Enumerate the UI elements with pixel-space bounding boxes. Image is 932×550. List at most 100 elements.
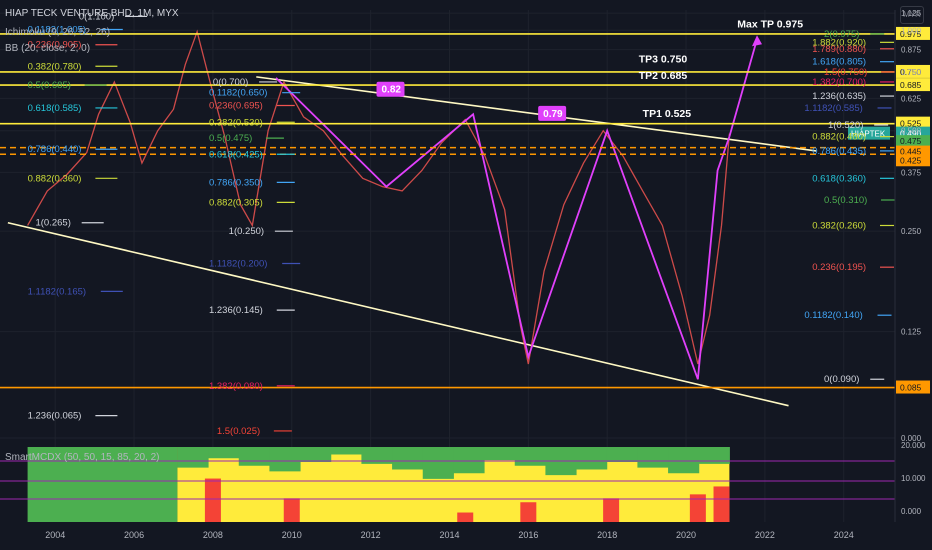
- mcdx-green-bar: [514, 447, 546, 466]
- fib-label: 0.5(0.475): [209, 133, 252, 144]
- x-tick-label: 2008: [203, 530, 223, 540]
- ichimoku-legend[interactable]: Ichimoku (9, 26, 52, 26): [5, 27, 110, 38]
- fib-label: 1(0.250): [229, 226, 264, 237]
- fib-label: 1.789(0.880): [812, 44, 866, 55]
- fib-label: 0.786(0.440): [28, 144, 82, 155]
- fib-label: 0.5(0.310): [824, 195, 867, 206]
- projection-arrow-head: [752, 35, 763, 47]
- mcdx-green-bar: [422, 447, 454, 479]
- subchart-tick-label: 0.000: [901, 507, 922, 516]
- chart-title: HIAP TECK VENTURE BHD, 1M, MYX: [5, 8, 179, 19]
- y-tick-label: 0.875: [901, 46, 922, 55]
- wedge-upper-line: [256, 76, 817, 152]
- fib-label: 0.1182(0.140): [804, 310, 862, 321]
- fib-label: 1.382(0.080): [209, 381, 263, 392]
- fib-label: 1.236(0.145): [209, 305, 263, 316]
- subchart-tick-label: 10.000: [901, 474, 926, 483]
- mcdx-red-bar: [283, 498, 300, 522]
- y-tick-label: 0.500: [901, 127, 922, 136]
- x-tick-label: 2014: [439, 530, 459, 540]
- x-tick-label: 2004: [45, 530, 65, 540]
- price-badge-text: 0.475: [900, 136, 922, 146]
- x-tick-label: 2010: [282, 530, 302, 540]
- target-annotation: Max TP 0.975: [737, 18, 803, 30]
- smartmcdx-subchart: 20.000 10.000 0.000: [0, 10, 926, 522]
- fib-label: 0.236(0.195): [812, 262, 866, 273]
- mcdx-red-bar: [457, 512, 474, 522]
- fib-label: 0.382(0.260): [812, 220, 866, 231]
- grid: [0, 10, 895, 522]
- mcdx-green-bar: [330, 447, 362, 455]
- mcdx-green-bar: [177, 447, 209, 468]
- fib-label: 1(0.265): [35, 218, 70, 229]
- fib-label: 0.618(0.585): [28, 103, 82, 114]
- price-badge-text: 0.425: [900, 155, 922, 165]
- price-chart[interactable]: 0.9750.7500.6850.5250.085HIAPTEK0.49015d…: [0, 0, 932, 550]
- y-tick-label: 0.125: [901, 328, 922, 337]
- fib-label: 1.1182(0.165): [28, 286, 86, 297]
- fib-label: 1.1182(0.585): [804, 103, 862, 114]
- peak-marker-text: 0.79: [543, 109, 563, 120]
- x-tick-label: 2020: [676, 530, 696, 540]
- fib-label: 0.236(0.695): [209, 101, 263, 112]
- currency-badge[interactable]: MYR: [900, 6, 924, 24]
- fib-label: 0.882(0.480): [812, 132, 866, 143]
- fib-label: 0(0.090): [824, 374, 859, 385]
- level-badge-text: 0.085: [900, 383, 922, 393]
- y-tick-label: 0.625: [901, 94, 922, 103]
- fib-label: 1(0.520): [828, 120, 863, 131]
- mcdx-red-bar: [713, 486, 730, 522]
- mcdx-green-bar: [453, 447, 485, 474]
- x-tick-label: 2006: [124, 530, 144, 540]
- horizontal-levels: 0.9750.7500.6850.5250.085HIAPTEK0.49015d…: [0, 26, 930, 394]
- mcdx-green-bar: [208, 447, 240, 459]
- subchart-tick-label: 20.000: [901, 441, 926, 450]
- mcdx-green-bar: [300, 447, 332, 462]
- projection-arrow: [728, 38, 758, 137]
- x-tick-label: 2018: [597, 530, 617, 540]
- y-tick-label: 0.250: [901, 227, 922, 236]
- fib-label: 0.882(0.360): [28, 173, 82, 184]
- peak-marker-text: 0.82: [382, 85, 402, 96]
- fib-label: 1.5(0.025): [217, 426, 260, 437]
- x-tick-label: 2022: [755, 530, 775, 540]
- fib-label: 0.5(0.685): [28, 80, 71, 91]
- mcdx-green-bar: [668, 447, 700, 474]
- fib-label: 0.618(0.360): [812, 173, 866, 184]
- mcdx-red-bar: [689, 494, 706, 522]
- fib-label: 0.382(0.780): [28, 61, 82, 72]
- mcdx-green-bar: [269, 447, 301, 472]
- fib-label: 0.382(0.530): [209, 117, 263, 128]
- fib-label: 0.786(0.350): [209, 177, 263, 188]
- mcdx-red-bar: [520, 502, 537, 522]
- target-annotation: TP3 0.750: [639, 54, 688, 66]
- fib-label: 0.786(0.435): [812, 146, 866, 157]
- falling-wedge: [7, 76, 817, 407]
- price-line: [27, 29, 731, 365]
- bollinger-legend[interactable]: BB (20, close, 2, 0): [5, 43, 90, 54]
- price-axis: 1.1251.0000.8750.7500.6250.5000.3750.250…: [901, 9, 922, 443]
- x-tick-label: 2012: [361, 530, 381, 540]
- mcdx-green-bar: [238, 447, 270, 466]
- fib-label: 1.236(0.635): [812, 91, 866, 102]
- mcdx-red-bar: [204, 478, 221, 522]
- price-path: [27, 29, 731, 365]
- fib-label: 1.1182(0.200): [209, 259, 267, 270]
- fib-label: 0(0.700): [213, 77, 248, 88]
- subchart-legend[interactable]: SmartMCDX (50, 50, 15, 85, 20, 2): [5, 452, 160, 463]
- y-tick-label: 1.000: [901, 26, 922, 35]
- target-annotation: TP1 0.525: [643, 108, 692, 120]
- x-tick-label: 2024: [834, 530, 854, 540]
- fib-label: 1.382(0.700): [812, 77, 866, 88]
- mcdx-green-bar: [392, 447, 424, 470]
- fib-label: 0.618(0.425): [209, 149, 263, 160]
- mcdx-green-bar: [606, 447, 638, 462]
- level-badge-text: 0.685: [900, 80, 922, 90]
- y-tick-label: 0.375: [901, 168, 922, 177]
- y-tick-label: 0.750: [901, 68, 922, 77]
- mcdx-green-bar: [576, 447, 608, 470]
- fib-label: 0.882(0.305): [209, 197, 263, 208]
- fib-label: 1.236(0.065): [28, 411, 82, 422]
- mcdx-red-bar: [603, 498, 620, 522]
- target-annotation: TP2 0.685: [639, 70, 688, 82]
